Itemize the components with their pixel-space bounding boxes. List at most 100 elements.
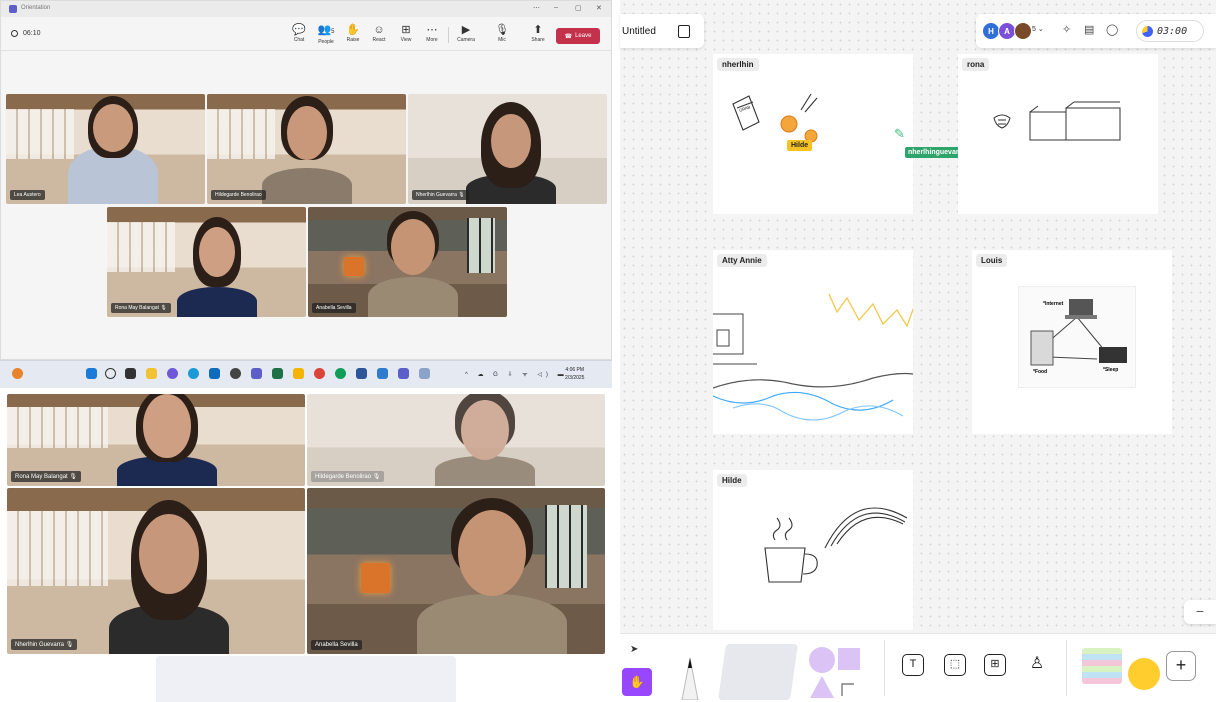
share-button[interactable]: ⬆ Share: [525, 23, 551, 43]
teams-taskbar-icon[interactable]: [251, 368, 262, 379]
pages-icon[interactable]: [677, 24, 690, 38]
meeting-toolbar: 06:10 💬 Chat 👥5 People ✋ Raise ☺ React ⊞…: [1, 17, 611, 51]
participant-name: Anabella Sevilla: [312, 303, 356, 313]
chrome-icon[interactable]: [335, 368, 346, 379]
collaborator-cursor-tag: Hilde: [787, 140, 813, 151]
frame-drawings: [713, 293, 913, 421]
maximize-icon[interactable]: ▢: [575, 4, 582, 12]
people-icon: 👥5: [313, 23, 339, 39]
emoji-stickers-icon[interactable]: [1128, 658, 1160, 690]
board-frame[interactable]: Hilde: [713, 470, 913, 630]
toolbar-divider: [448, 27, 449, 43]
text-tool-icon[interactable]: T: [902, 654, 924, 676]
raise-button[interactable]: ✋ Raise: [340, 23, 366, 43]
system-tray[interactable]: ^ ☁ G ⇩ ᯤ ◁) ▬: [465, 370, 568, 378]
start-icon[interactable]: [86, 368, 97, 379]
board-frame[interactable]: nherlhin GRAB: [713, 54, 913, 214]
app-icon[interactable]: [293, 368, 304, 379]
app-icon[interactable]: [419, 368, 430, 379]
leave-button[interactable]: ☎ Leave: [556, 28, 600, 44]
select-cursor-icon[interactable]: ➤: [630, 644, 638, 655]
hand-tool-icon[interactable]: ✋: [622, 668, 652, 696]
collaboration-bar: H A 5 ⌄ ✧ ▤ ◯ 03:00: [976, 14, 1216, 48]
file-explorer-icon[interactable]: [146, 368, 157, 379]
teams-meeting-window: Orientation ⋯ – ▢ ✕ 06:10 💬 Chat 👥5 Peop…: [0, 0, 612, 360]
people-button[interactable]: 👥5 People: [313, 23, 339, 45]
participant-video: [435, 394, 535, 486]
weather-icon[interactable]: [12, 368, 23, 379]
word-icon[interactable]: [356, 368, 367, 379]
teams-taskbar-icon[interactable]: [398, 368, 409, 379]
layout-icon[interactable]: ▤: [1084, 23, 1094, 36]
video-tile[interactable]: Anabella Sevilla: [307, 488, 605, 654]
avatar-overflow[interactable]: 5 ⌄: [1032, 25, 1044, 33]
frame-tool-icon[interactable]: ⬚: [944, 654, 966, 676]
store-icon[interactable]: [209, 368, 220, 379]
participant-name: Rona May Balangat 🎙: [11, 471, 81, 482]
mic-icon: 🎙: [495, 24, 509, 36]
app-icon[interactable]: [230, 368, 241, 379]
timer-value: 03:00: [1157, 25, 1188, 37]
video-tile[interactable]: Nherlhin Guevarra 🎙: [7, 488, 305, 654]
reactions-icon[interactable]: ✧: [1062, 23, 1071, 36]
whiteboard-canvas[interactable]: Untitled H A 5 ⌄ ✧ ▤ ◯ 03:00 nherlhin GR…: [620, 0, 1216, 702]
camera-button[interactable]: ▶ Camera: [453, 23, 479, 43]
raise-label: Raise: [346, 37, 360, 43]
network-diagram: *Internet *Food *Sleep: [1018, 286, 1136, 388]
participant-name-text: Rona May Balangat: [115, 305, 159, 311]
search-icon[interactable]: [105, 368, 116, 379]
taskbar-clock[interactable]: 4:06 PM 2/3/2025: [565, 366, 584, 382]
sticky-notes-tool[interactable]: [718, 644, 798, 700]
camera-label: Camera: [457, 37, 475, 43]
zoom-out-button[interactable]: −: [1184, 600, 1216, 624]
diagram-label-food: *Food: [1033, 369, 1048, 375]
dock-divider: [884, 640, 885, 696]
diagram-label-sleep: *Sleep: [1103, 367, 1119, 373]
clock-time: 4:06 PM: [565, 367, 585, 373]
table-tool-icon[interactable]: ⊞: [984, 654, 1006, 676]
video-tile[interactable]: Lea Austero: [6, 94, 205, 204]
board-title[interactable]: Untitled: [622, 26, 656, 37]
participant-name: Nherlhin Guevarra 🎙: [11, 639, 78, 650]
pen-tool-icon[interactable]: [670, 644, 716, 700]
excel-icon[interactable]: [272, 368, 283, 379]
mic-button[interactable]: 🎙 Mic: [489, 23, 515, 43]
avatar-more-count: 5: [1032, 26, 1036, 33]
shapes-tool-icon[interactable]: [804, 642, 864, 702]
shield-icon: [11, 30, 18, 37]
react-button[interactable]: ☺ React: [366, 23, 392, 43]
board-frame[interactable]: Louis *Internet *Food *Sleep: [972, 250, 1172, 434]
edge-icon[interactable]: [188, 368, 199, 379]
timer-widget[interactable]: 03:00: [1136, 20, 1204, 42]
diagram-label-internet: *Internet: [1043, 301, 1064, 307]
comment-icon[interactable]: ◯: [1106, 23, 1118, 36]
video-tile[interactable]: Rona May Balangat 🎙: [107, 207, 306, 317]
chat-button[interactable]: 💬 Chat: [286, 23, 312, 43]
board-frame[interactable]: rona: [958, 54, 1158, 214]
view-button[interactable]: ⊞ View: [393, 23, 419, 43]
people-count: 5: [331, 29, 335, 35]
people-glyph: 👥: [317, 24, 332, 36]
app-icon[interactable]: [377, 368, 388, 379]
task-view-icon[interactable]: [125, 368, 136, 379]
react-label: React: [372, 37, 386, 43]
stamp-tool-icon[interactable]: ♙: [1026, 654, 1048, 676]
video-tile[interactable]: Anabella Sevilla: [308, 207, 507, 317]
minimize-icon[interactable]: –: [554, 4, 558, 11]
participant-name: Nherlhin Guevarra 🎙: [412, 190, 469, 200]
avatar[interactable]: [1014, 22, 1032, 40]
video-tile[interactable]: Rona May Balangat 🎙: [7, 394, 305, 486]
app-icon[interactable]: [167, 368, 178, 379]
video-tile[interactable]: Hildegarde Benolirao: [207, 94, 406, 204]
participant-name-text: Hildegarde Benolirao: [315, 474, 372, 480]
more-window-icon[interactable]: ⋯: [533, 4, 540, 12]
video-tile[interactable]: Nherlhin Guevarra 🎙: [408, 94, 607, 204]
more-button[interactable]: ⋯ More: [419, 23, 445, 43]
video-tile[interactable]: Hildegarde Benolirao 🎙: [307, 394, 605, 486]
more-tools-button[interactable]: +: [1166, 651, 1196, 681]
board-frame[interactable]: Atty Annie: [713, 250, 913, 434]
camera-icon: ▶: [461, 24, 471, 36]
close-icon[interactable]: ✕: [596, 4, 602, 12]
templates-tool[interactable]: [1082, 648, 1122, 684]
chrome-icon[interactable]: [314, 368, 325, 379]
